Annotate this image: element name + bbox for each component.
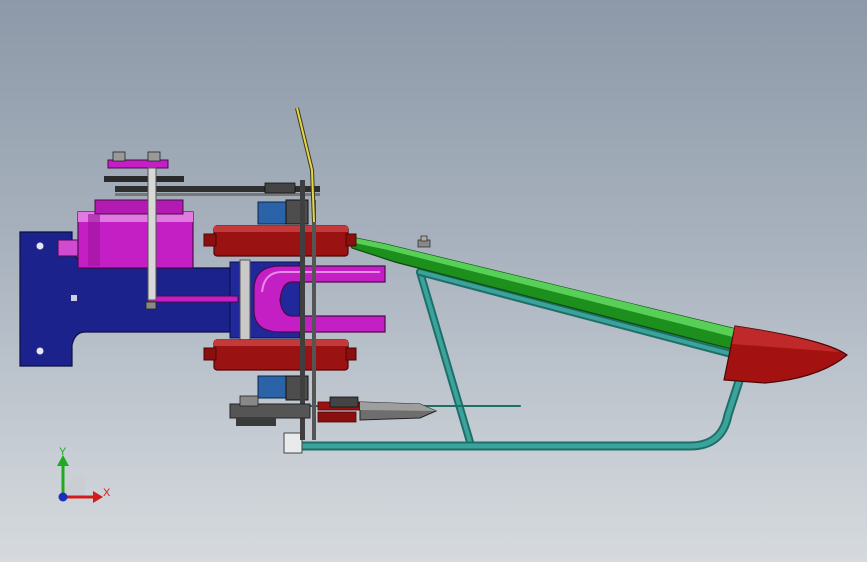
boom-arm [343,235,741,351]
cad-model[interactable]: Y X [0,0,867,562]
y-axis-label: Y [59,446,67,458]
x-arrowhead-icon [93,491,103,503]
bolt-icon [417,235,431,248]
coordinate-triad: Y X [57,446,111,503]
clevis-fork [253,265,386,333]
frame-tube [283,268,747,454]
origin-icon [58,492,68,502]
x-axis-label: X [103,487,111,499]
disc-roller [203,339,357,371]
tip-cap [723,325,848,384]
drive-belt [104,176,320,196]
cad-viewport[interactable]: Y X [0,0,867,562]
disc-roller [203,225,357,257]
